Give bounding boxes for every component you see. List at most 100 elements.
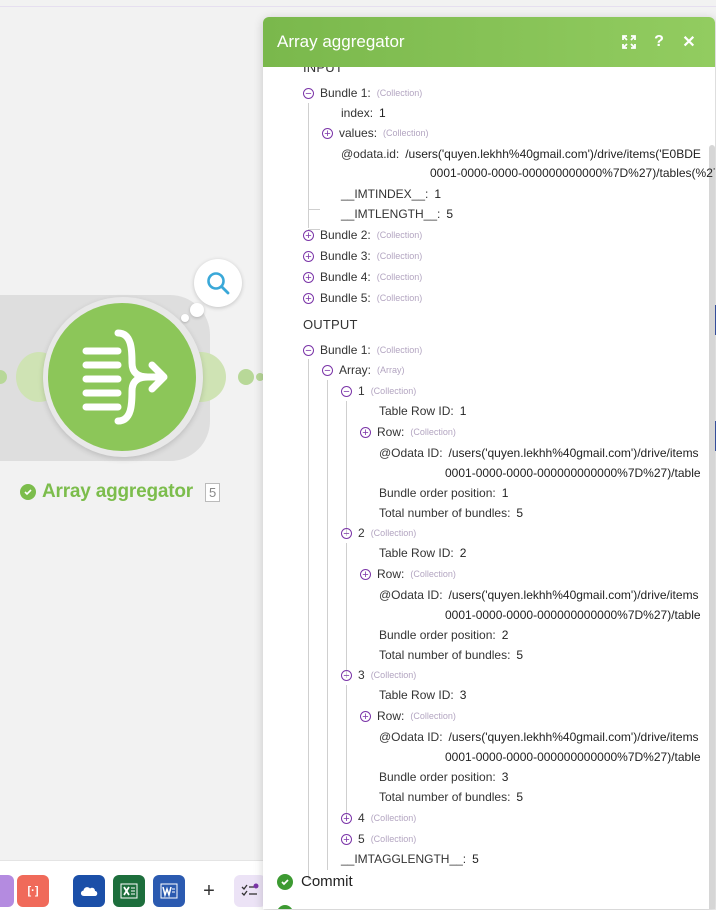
- array-item-2[interactable]: − 2 (Collection): [341, 523, 416, 543]
- array-field[interactable]: − Array: (Array): [322, 360, 405, 380]
- array-item-5[interactable]: + 5 (Collection): [341, 829, 416, 849]
- array-item-1[interactable]: − 1 (Collection): [341, 381, 416, 401]
- check-icon: [20, 484, 36, 500]
- index-field: index: 1: [341, 103, 386, 123]
- expand-icon[interactable]: +: [360, 568, 371, 580]
- odata-id-continuation: 0001-0000-0000-000000000000%7D%27)/table: [445, 750, 701, 764]
- expand-icon[interactable]: +: [341, 833, 352, 845]
- excel-button[interactable]: [113, 875, 145, 907]
- key-label: Bundle order position:: [379, 628, 496, 642]
- array-aggregator-panel: Array aggregator ? ✕ INPUT − Bundle 1: (…: [263, 17, 715, 909]
- value-label: 5: [516, 648, 524, 662]
- collapse-icon[interactable]: −: [341, 669, 352, 681]
- expand-icon: [622, 35, 636, 49]
- help-icon: ?: [654, 33, 664, 50]
- tasks-button[interactable]: [234, 875, 266, 907]
- odata-id-field: @Odata ID: /users('quyen.lekhh%40gmail.c…: [379, 727, 699, 747]
- connector-dot: [238, 369, 254, 385]
- row-field[interactable]: + Row: (Collection): [360, 564, 456, 584]
- key-label: 5: [358, 832, 365, 846]
- type-label: (Collection): [376, 88, 423, 98]
- type-label: (Collection): [376, 293, 423, 303]
- table-row-id-field: Table Row ID: 2: [379, 543, 466, 563]
- key-label: Table Row ID:: [379, 688, 454, 702]
- expand-icon[interactable]: +: [341, 812, 352, 824]
- commit-entry[interactable]: Commit: [277, 873, 353, 890]
- type-label: (Collection): [376, 272, 423, 282]
- collapse-icon[interactable]: −: [303, 344, 314, 356]
- collapse-icon[interactable]: −: [341, 385, 352, 397]
- onedrive-button[interactable]: [73, 875, 105, 907]
- total-bundles-field: Total number of bundles: 5: [379, 503, 523, 523]
- key-label: 2: [358, 526, 365, 540]
- value-label: 5: [446, 207, 454, 221]
- expand-icon[interactable]: +: [360, 710, 371, 722]
- total-bundles-field: Total number of bundles: 5: [379, 787, 523, 807]
- expand-icon[interactable]: +: [303, 229, 314, 241]
- expand-button[interactable]: [617, 30, 641, 54]
- table-row-id-field: Table Row ID: 1: [379, 401, 466, 421]
- output-section-label: OUTPUT: [303, 316, 358, 332]
- value-label: 1: [459, 404, 467, 418]
- key-label: 3: [358, 668, 365, 682]
- key-label: @Odata ID:: [379, 588, 443, 602]
- value-label: /users('quyen.lekhh%40gmail.com')/drive/…: [448, 446, 699, 460]
- expand-icon[interactable]: +: [322, 127, 333, 139]
- bubble-tail: [181, 314, 189, 322]
- expand-icon[interactable]: +: [303, 250, 314, 262]
- row-field[interactable]: + Row: (Collection): [360, 422, 456, 442]
- value-label: 1: [434, 187, 442, 201]
- input-bundle-5[interactable]: + Bundle 5: (Collection): [303, 288, 422, 308]
- input-bundle-3[interactable]: + Bundle 3: (Collection): [303, 246, 422, 266]
- expand-icon[interactable]: +: [303, 271, 314, 283]
- type-label: (Collection): [383, 128, 429, 138]
- add-button[interactable]: +: [193, 875, 225, 907]
- bottom-toolbar: [·] +: [0, 860, 266, 910]
- array-item-4[interactable]: + 4 (Collection): [341, 808, 416, 828]
- type-label: (Collection): [410, 427, 456, 437]
- input-bundle-4[interactable]: + Bundle 4: (Collection): [303, 267, 422, 287]
- collapse-icon[interactable]: −: [341, 527, 352, 539]
- input-bundle-2[interactable]: + Bundle 2: (Collection): [303, 225, 422, 245]
- bubble-tail: [190, 303, 204, 317]
- imtindex-field: __IMTINDEX__: 1: [341, 184, 441, 204]
- type-label: (Collection): [376, 230, 423, 240]
- key-label: Bundle 3:: [320, 249, 371, 263]
- input-bundle-1[interactable]: − Bundle 1: (Collection): [303, 83, 422, 103]
- operation-count-badge[interactable]: 5: [204, 482, 221, 502]
- tree-guide: [346, 401, 347, 536]
- panel-title: Array aggregator: [277, 32, 405, 51]
- value-label: 3: [459, 688, 467, 702]
- expand-icon[interactable]: +: [303, 292, 314, 304]
- bundle-order-position-field: Bundle order position: 2: [379, 625, 508, 645]
- type-label: (Collection): [370, 528, 417, 538]
- odata-id-continuation: 0001-0000-0000-000000000000%7D%27)/table: [445, 466, 701, 480]
- close-button[interactable]: ✕: [677, 30, 701, 54]
- collapse-icon[interactable]: −: [322, 364, 333, 376]
- array-tools-button[interactable]: [·]: [17, 875, 49, 907]
- module-label[interactable]: Array aggregator 5: [20, 481, 221, 503]
- row-field[interactable]: + Row: (Collection): [360, 706, 456, 726]
- input-section-label: INPUT: [303, 67, 343, 75]
- help-button[interactable]: ?: [647, 30, 671, 54]
- value-label: 1: [501, 486, 509, 500]
- array-item-3[interactable]: − 3 (Collection): [341, 665, 416, 685]
- excel-icon: [120, 883, 138, 899]
- key-label: 1: [358, 384, 365, 398]
- values-field[interactable]: + values: (Collection): [322, 123, 429, 143]
- scrollbar[interactable]: [709, 145, 715, 909]
- key-label: 4: [358, 811, 365, 825]
- key-label: Table Row ID:: [379, 404, 454, 418]
- bundle-order-position-field: Bundle order position: 3: [379, 767, 508, 787]
- toolbar-app-button[interactable]: [0, 875, 14, 907]
- table-row-id-field: Table Row ID: 3: [379, 685, 466, 705]
- output-bundle-1[interactable]: − Bundle 1: (Collection): [303, 340, 422, 360]
- key-label: __IMTAGGLENGTH__:: [341, 852, 467, 866]
- word-button[interactable]: [153, 875, 185, 907]
- tree-guide: [346, 543, 347, 678]
- inspect-bubble[interactable]: [194, 259, 242, 307]
- expand-icon[interactable]: +: [360, 426, 371, 438]
- key-label: Bundle 4:: [320, 270, 371, 284]
- type-label: (Collection): [370, 813, 417, 823]
- collapse-icon[interactable]: −: [303, 87, 314, 99]
